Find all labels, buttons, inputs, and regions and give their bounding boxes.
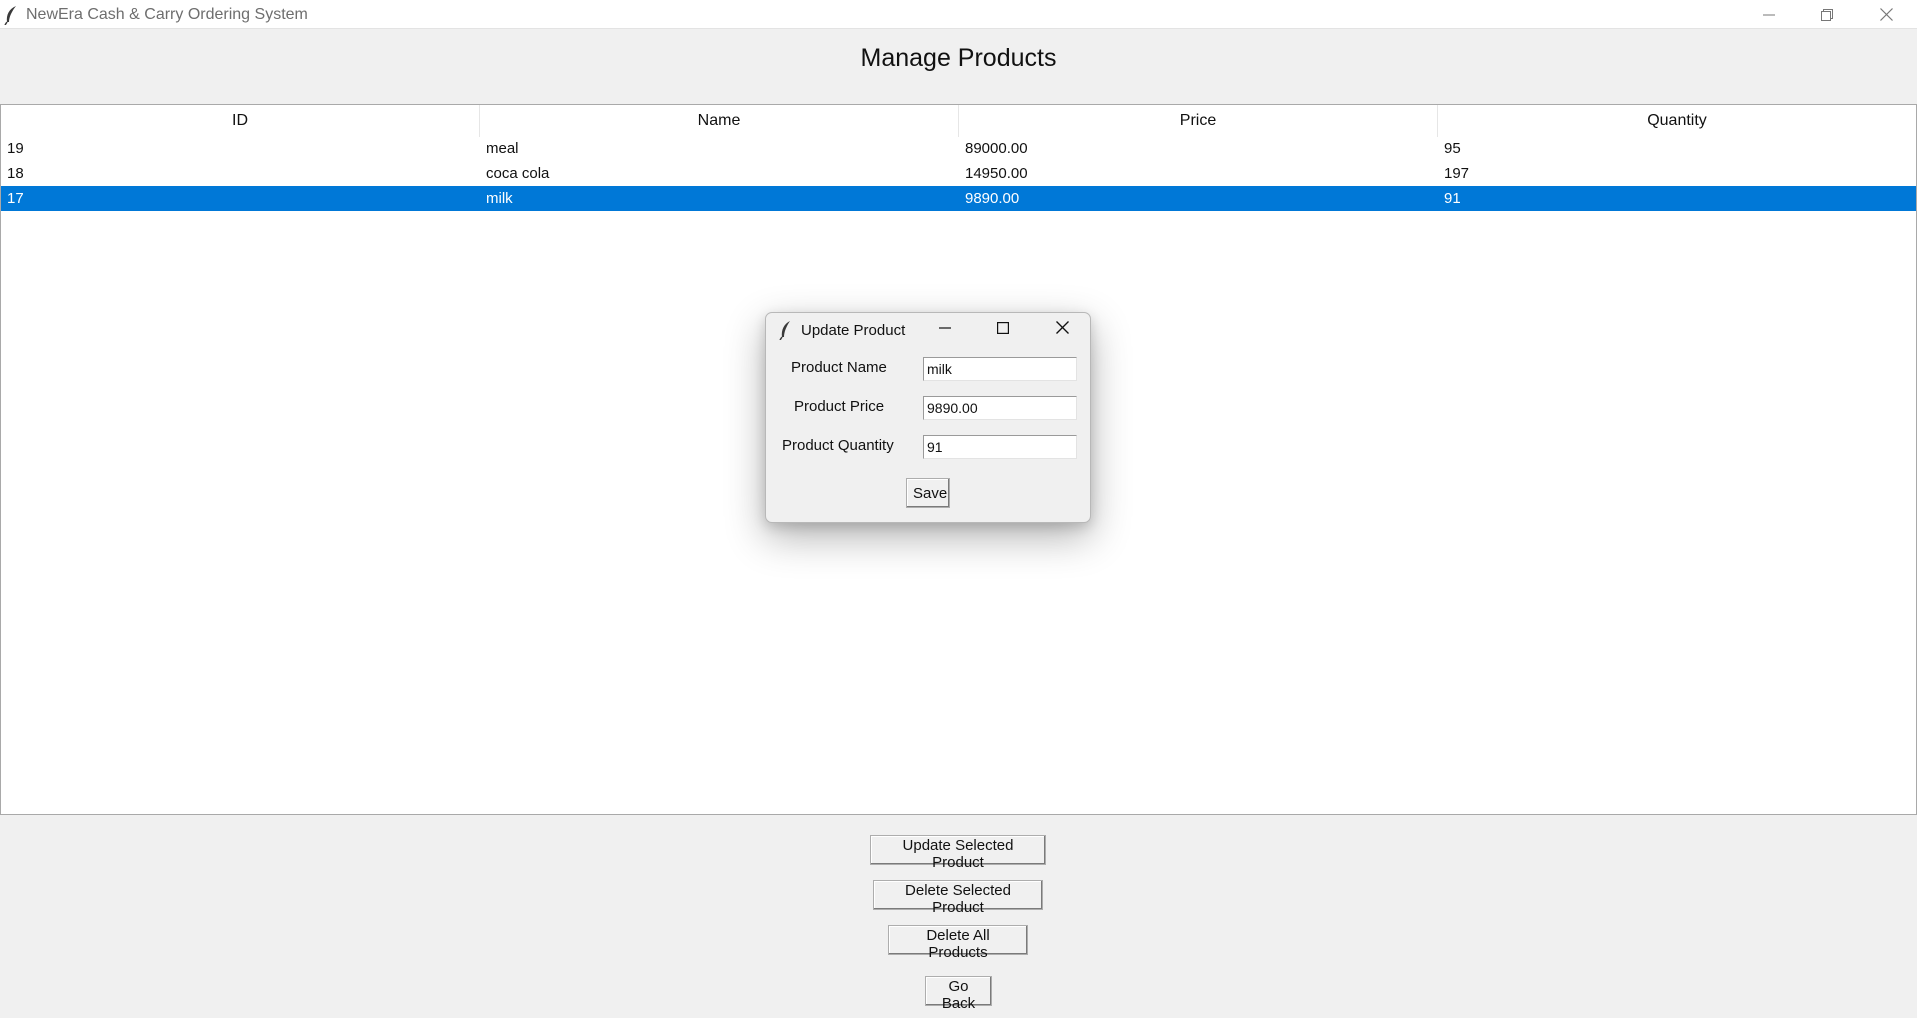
update-product-dialog[interactable]: Update Product Product Name Product Pric… xyxy=(765,312,1091,523)
column-header-id[interactable]: ID xyxy=(1,105,480,137)
window-titlebar: NewEra Cash & Carry Ordering System xyxy=(0,0,1917,29)
cell-quantity: 91 xyxy=(1444,190,1461,207)
cell-name: coca cola xyxy=(486,165,550,182)
cell-id: 19 xyxy=(7,140,24,157)
product-name-input[interactable] xyxy=(923,357,1077,381)
go-back-button[interactable]: Go Back xyxy=(925,976,992,1012)
product-price-input[interactable] xyxy=(923,396,1077,420)
close-icon xyxy=(1879,8,1893,21)
product-name-label: Product Name xyxy=(791,359,887,376)
product-price-label: Product Price xyxy=(794,398,885,415)
delete-selected-product-button[interactable]: Delete Selected Product xyxy=(873,880,1043,916)
cell-quantity: 197 xyxy=(1444,165,1470,182)
minimize-icon xyxy=(1763,9,1775,21)
dialog-title: Update Product xyxy=(801,322,906,339)
dialog-minimize-button[interactable] xyxy=(929,315,961,345)
close-icon xyxy=(1055,321,1069,339)
minimize-button[interactable] xyxy=(1740,0,1798,29)
save-button[interactable]: Save xyxy=(906,478,950,508)
cell-name: meal xyxy=(486,140,519,157)
column-header-quantity[interactable]: Quantity xyxy=(1438,105,1916,137)
dialog-titlebar[interactable]: Update Product xyxy=(766,313,1090,347)
table-row-selected[interactable]: 17 milk 9890.00 91 xyxy=(1,186,1916,211)
table-row[interactable]: 19 meal 89000.00 95 xyxy=(1,136,1916,161)
cell-price: 89000.00 xyxy=(965,140,1028,157)
cell-id: 18 xyxy=(7,165,24,182)
maximize-icon xyxy=(997,321,1010,339)
dialog-maximize-button[interactable] xyxy=(987,315,1019,345)
cell-price: 14950.00 xyxy=(965,165,1028,182)
delete-all-products-button[interactable]: Delete All Products xyxy=(888,925,1028,961)
product-quantity-label: Product Quantity xyxy=(782,437,894,454)
restore-button[interactable] xyxy=(1798,0,1856,29)
table-header: ID Name Price Quantity xyxy=(1,105,1916,137)
cell-name: milk xyxy=(486,190,513,207)
column-header-name[interactable]: Name xyxy=(480,105,959,137)
update-selected-product-button[interactable]: Update Selected Product xyxy=(870,835,1046,871)
dialog-close-button[interactable] xyxy=(1046,315,1078,345)
table-row[interactable]: 18 coca cola 14950.00 197 xyxy=(1,161,1916,186)
feather-icon xyxy=(4,5,18,26)
feather-icon xyxy=(779,320,792,341)
cell-id: 17 xyxy=(7,190,24,207)
close-button[interactable] xyxy=(1857,0,1915,29)
minimize-icon xyxy=(939,321,951,339)
page-title: Manage Products xyxy=(860,44,1057,72)
cell-quantity: 95 xyxy=(1444,140,1461,157)
product-quantity-input[interactable] xyxy=(923,435,1077,459)
window-title: NewEra Cash & Carry Ordering System xyxy=(26,6,308,23)
cell-price: 9890.00 xyxy=(965,190,1020,207)
column-header-price[interactable]: Price xyxy=(959,105,1438,137)
restore-icon xyxy=(1821,8,1833,21)
